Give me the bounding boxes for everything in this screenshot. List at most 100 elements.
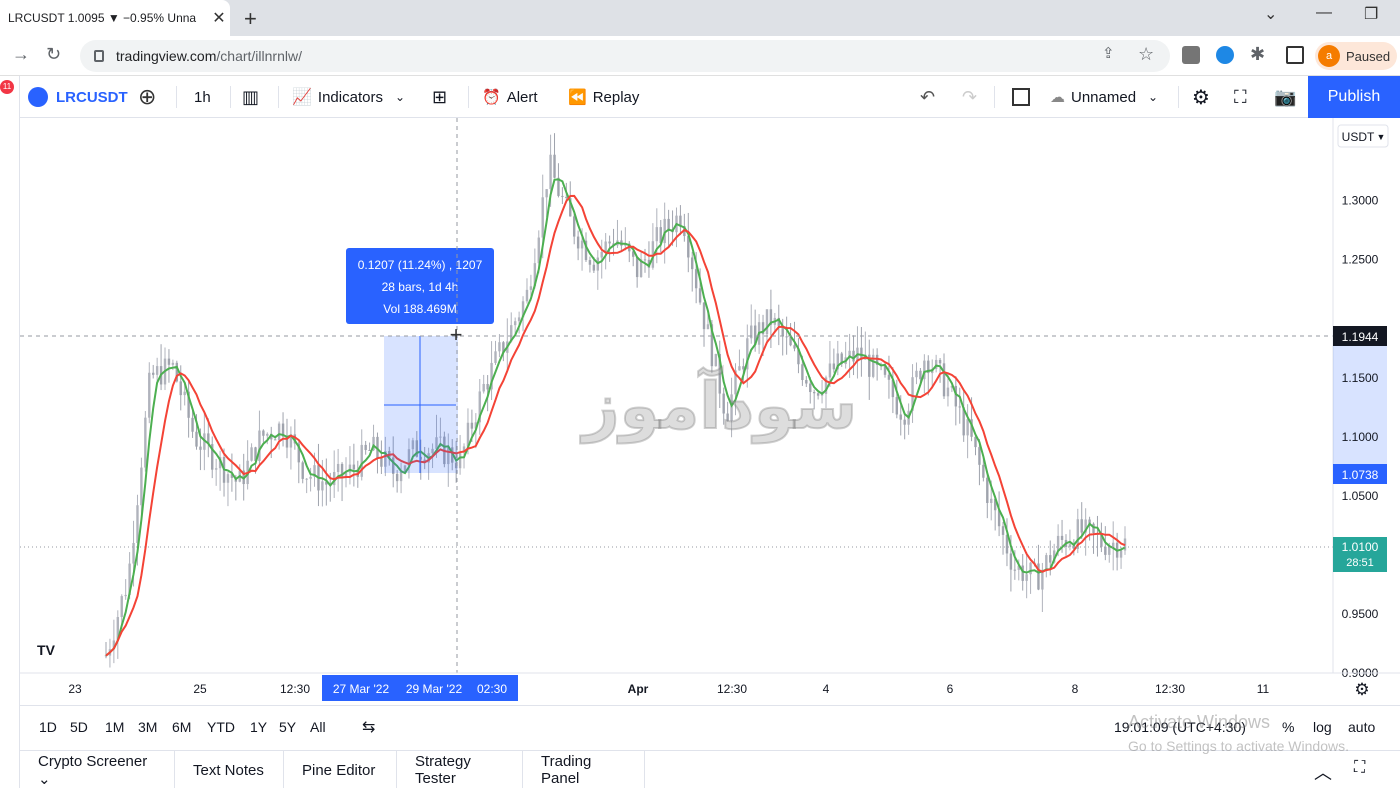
redo-icon[interactable]: ↷ bbox=[962, 76, 977, 118]
extension-icon[interactable] bbox=[1182, 46, 1200, 64]
candle-body bbox=[309, 476, 312, 479]
price-tick-label: 1.0500 bbox=[1342, 489, 1379, 503]
range-button-5y[interactable]: 5Y bbox=[279, 719, 296, 735]
candle-body bbox=[148, 372, 151, 418]
interval-button[interactable]: 1h bbox=[194, 76, 211, 118]
symbol-search[interactable]: LRCUSDT bbox=[28, 76, 128, 118]
range-button-1y[interactable]: 1Y bbox=[250, 719, 267, 735]
candle-body bbox=[1009, 553, 1013, 570]
profile-status: Paused bbox=[1346, 48, 1391, 64]
close-icon[interactable]: ✕ bbox=[208, 8, 230, 28]
range-button-all[interactable]: All bbox=[310, 719, 326, 735]
price-tick-label: 1.1500 bbox=[1342, 371, 1379, 385]
panel-tab-strategy-tester[interactable]: Strategy Tester bbox=[397, 751, 523, 788]
replay-button[interactable]: ⏪ Replay bbox=[568, 76, 639, 118]
price-axis-range bbox=[1333, 336, 1387, 473]
drawing-toolbar bbox=[0, 76, 20, 788]
price-tick-label: 1.1000 bbox=[1342, 430, 1379, 444]
publish-button[interactable]: Publish bbox=[1308, 76, 1400, 118]
candle-body bbox=[919, 370, 922, 380]
address-bar: → ↻ tradingview.com/chart/illnrnlw/ ⇪ ☆ … bbox=[0, 36, 1400, 76]
candle-body bbox=[694, 269, 698, 289]
forward-icon[interactable]: → bbox=[12, 44, 30, 65]
reload-icon[interactable]: ↻ bbox=[46, 44, 61, 65]
price-chart[interactable]: 0.1207 (11.24%) , 1207 28 bars, 1d 4h Vo… bbox=[20, 118, 1400, 705]
candle-body bbox=[1092, 523, 1095, 534]
undo-icon[interactable]: ↶ bbox=[920, 76, 935, 118]
layout-grid-icon[interactable]: ⊞ bbox=[432, 76, 447, 118]
candle-body bbox=[978, 447, 981, 465]
gear-icon[interactable]: ⚙ bbox=[1354, 680, 1369, 699]
sidebar-icon[interactable] bbox=[1286, 46, 1304, 64]
candle-body bbox=[1080, 519, 1083, 533]
puzzle-icon[interactable]: ✱ bbox=[1250, 44, 1265, 65]
candle-body bbox=[966, 419, 969, 436]
time-tick-label: 23 bbox=[68, 682, 82, 696]
range-button-ytd[interactable]: YTD bbox=[207, 719, 235, 735]
candle-body bbox=[1021, 565, 1024, 581]
auto-toggle[interactable]: auto bbox=[1348, 719, 1375, 735]
tab-search-icon[interactable]: ⌄ bbox=[1264, 4, 1277, 24]
maximize-icon[interactable]: ⛶ bbox=[1354, 759, 1365, 777]
candle-body bbox=[938, 359, 942, 364]
star-icon[interactable]: ☆ bbox=[1138, 44, 1154, 65]
candle-body bbox=[561, 195, 564, 197]
panel-tab-pine-editor[interactable]: Pine Editor bbox=[284, 751, 397, 788]
minimize-icon[interactable]: — bbox=[1316, 4, 1332, 22]
compare-add-icon[interactable]: ⊕ bbox=[138, 76, 156, 118]
candle-body bbox=[301, 462, 304, 479]
candle-body bbox=[120, 596, 123, 618]
candle-body bbox=[541, 197, 544, 238]
candle-body bbox=[144, 417, 147, 468]
gear-icon[interactable]: ⚙ bbox=[1192, 76, 1210, 118]
candles-icon[interactable]: ▥ bbox=[242, 76, 259, 118]
time-tick-label: 12:30 bbox=[280, 682, 310, 696]
percent-toggle[interactable]: % bbox=[1282, 719, 1294, 735]
panel-tab-text-notes[interactable]: Text Notes bbox=[175, 751, 284, 788]
restore-icon[interactable]: ❐ bbox=[1364, 4, 1378, 24]
new-tab-icon[interactable]: + bbox=[244, 6, 257, 32]
candle-body bbox=[380, 457, 383, 467]
profile-button[interactable]: a Paused bbox=[1315, 42, 1397, 70]
alert-button[interactable]: ⏰ Alert bbox=[482, 76, 538, 118]
candle-body bbox=[604, 241, 607, 252]
candle-body bbox=[498, 342, 501, 352]
coin-icon bbox=[28, 87, 48, 107]
indicators-button[interactable]: 📈 Indicators ⌄ bbox=[292, 76, 405, 118]
panel-tab-trading-panel[interactable]: Trading Panel bbox=[523, 751, 645, 788]
url-host: tradingview.com bbox=[116, 48, 217, 64]
browser-tab[interactable]: LRCUSDT 1.0095 ▼ −0.95% Unna ✕ bbox=[0, 0, 230, 36]
range-button-1m[interactable]: 1M bbox=[105, 719, 124, 735]
candle-body bbox=[608, 241, 611, 244]
candle-body bbox=[1060, 535, 1064, 540]
candle-body bbox=[958, 406, 961, 408]
candle-body bbox=[580, 240, 584, 249]
layout-name-button[interactable]: ☁ Unnamed ⌄ bbox=[1050, 76, 1158, 118]
fullscreen-icon[interactable]: ⛶ bbox=[1234, 76, 1247, 118]
range-button-3m[interactable]: 3M bbox=[138, 719, 157, 735]
chevron-up-icon[interactable]: ︿ bbox=[1314, 759, 1332, 785]
tab-title: LRCUSDT 1.0095 ▼ −0.95% Unna bbox=[8, 11, 197, 25]
url-field[interactable]: tradingview.com/chart/illnrnlw/ bbox=[80, 40, 1170, 72]
time-tick-label: 4 bbox=[823, 682, 830, 696]
time-tick-label: 11 bbox=[1257, 682, 1270, 696]
time-tick-label: 6 bbox=[947, 682, 954, 696]
camera-icon[interactable]: 📷 bbox=[1274, 76, 1296, 118]
candle-body bbox=[258, 430, 261, 462]
time-tick-label: 8 bbox=[1072, 682, 1079, 696]
candle-body bbox=[155, 366, 159, 375]
candle-body bbox=[1025, 574, 1028, 581]
candle-body bbox=[525, 289, 529, 302]
share-icon[interactable]: ⇪ bbox=[1102, 44, 1115, 62]
range-button-5d[interactable]: 5D bbox=[70, 719, 88, 735]
date-range-icon[interactable]: ⇆ bbox=[362, 717, 375, 737]
log-toggle[interactable]: log bbox=[1313, 719, 1332, 735]
range-button-1d[interactable]: 1D bbox=[39, 719, 57, 735]
layout-name: Unnamed bbox=[1071, 88, 1137, 106]
range-button-6m[interactable]: 6M bbox=[172, 719, 191, 735]
select-rect-icon[interactable] bbox=[1012, 76, 1030, 118]
candle-body bbox=[152, 372, 155, 375]
panel-tab-crypto-screener[interactable]: Crypto Screener ⌄ bbox=[20, 751, 175, 788]
extension-play-icon[interactable] bbox=[1216, 46, 1234, 64]
alarm-clock-icon: ⏰ bbox=[482, 89, 501, 106]
